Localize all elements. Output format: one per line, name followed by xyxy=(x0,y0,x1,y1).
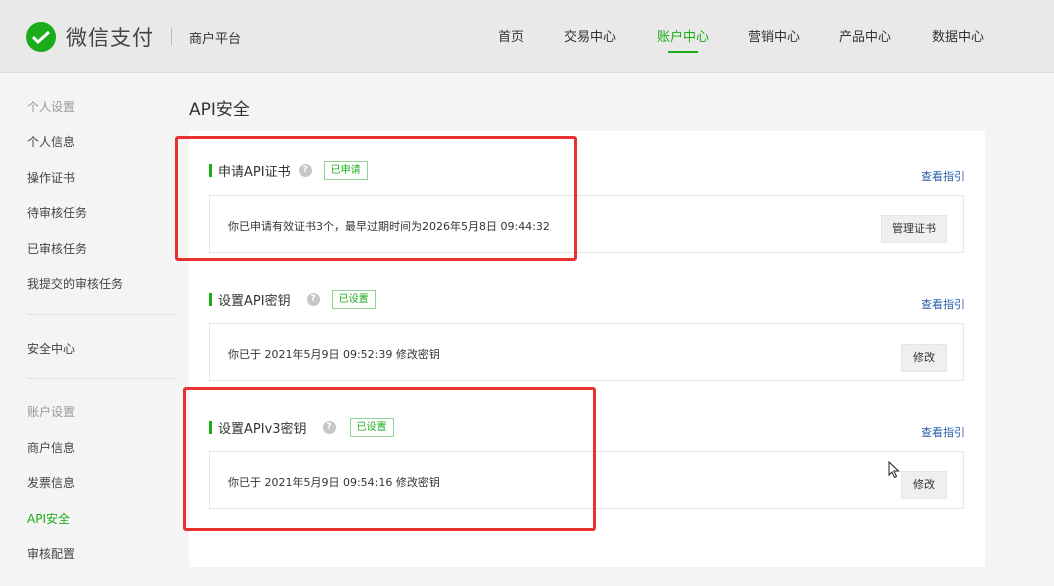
question-icon[interactable]: ? xyxy=(306,293,320,306)
sidebar-item-reviewed[interactable]: 已审核任务 xyxy=(27,240,87,257)
sidebar-item-merchant-info[interactable]: 商户信息 xyxy=(27,439,75,456)
nav-data-center[interactable]: 数据中心 xyxy=(932,26,984,45)
view-guide-link[interactable]: 查看指引 xyxy=(921,424,965,440)
sidebar-item-api-security[interactable]: API安全 xyxy=(27,510,70,527)
modify-apiv3-key-button[interactable]: 修改 xyxy=(901,471,947,499)
brand-name: 微信支付 xyxy=(66,26,154,50)
sidebar-group-account: 账户设置 xyxy=(27,405,76,419)
page-title: API安全 xyxy=(189,100,250,120)
modify-api-key-button[interactable]: 修改 xyxy=(901,344,947,372)
sidebar-divider xyxy=(27,378,175,379)
wechat-pay-logo-icon xyxy=(26,22,56,52)
sidebar-item-pending-review[interactable]: 待审核任务 xyxy=(27,204,87,221)
nav-trade-center[interactable]: 交易中心 xyxy=(564,26,616,45)
section-accent-bar xyxy=(209,293,212,306)
view-guide-link[interactable]: 查看指引 xyxy=(921,168,965,184)
mouse-pointer-icon xyxy=(888,461,900,479)
view-guide-link[interactable]: 查看指引 xyxy=(921,296,965,312)
sidebar-item-personal-info[interactable]: 个人信息 xyxy=(27,133,75,150)
nav-marketing-center[interactable]: 营销中心 xyxy=(748,26,800,45)
header-divider xyxy=(171,28,172,45)
section-title-api-key: 设置API密钥 ? 已设置 xyxy=(209,290,376,309)
sidebar-item-my-submitted[interactable]: 我提交的审核任务 xyxy=(27,275,123,292)
highlight-box-api-cert xyxy=(175,136,577,261)
highlight-box-apiv3-key xyxy=(183,387,596,531)
nav-home[interactable]: 首页 xyxy=(498,26,524,45)
manage-cert-button[interactable]: 管理证书 xyxy=(881,215,947,243)
info-text: 你已于 2021年5月9日 09:52:39 修改密钥 xyxy=(228,348,440,361)
brand-logo[interactable]: 微信支付 xyxy=(26,22,154,52)
sidebar-divider xyxy=(27,314,175,315)
status-badge: 已设置 xyxy=(331,290,376,309)
nav-active-indicator xyxy=(668,51,698,53)
sidebar-item-security-center[interactable]: 安全中心 xyxy=(27,340,75,357)
top-header: 微信支付 商户平台 首页 交易中心 账户中心 营销中心 产品中心 数据中心 xyxy=(0,0,1054,73)
platform-name: 商户平台 xyxy=(189,32,242,47)
sidebar-item-operation-cert[interactable]: 操作证书 xyxy=(27,169,75,186)
info-box-api-key: 你已于 2021年5月9日 09:52:39 修改密钥 修改 xyxy=(209,323,964,381)
sidebar-item-invoice-info[interactable]: 发票信息 xyxy=(27,474,75,491)
sidebar-group-personal: 个人设置 xyxy=(27,100,76,114)
sidebar-item-review-config[interactable]: 审核配置 xyxy=(27,545,75,562)
section-title-text: 设置API密钥 xyxy=(218,294,291,309)
nav-product-center[interactable]: 产品中心 xyxy=(839,26,891,45)
nav-account-center[interactable]: 账户中心 xyxy=(657,26,709,45)
